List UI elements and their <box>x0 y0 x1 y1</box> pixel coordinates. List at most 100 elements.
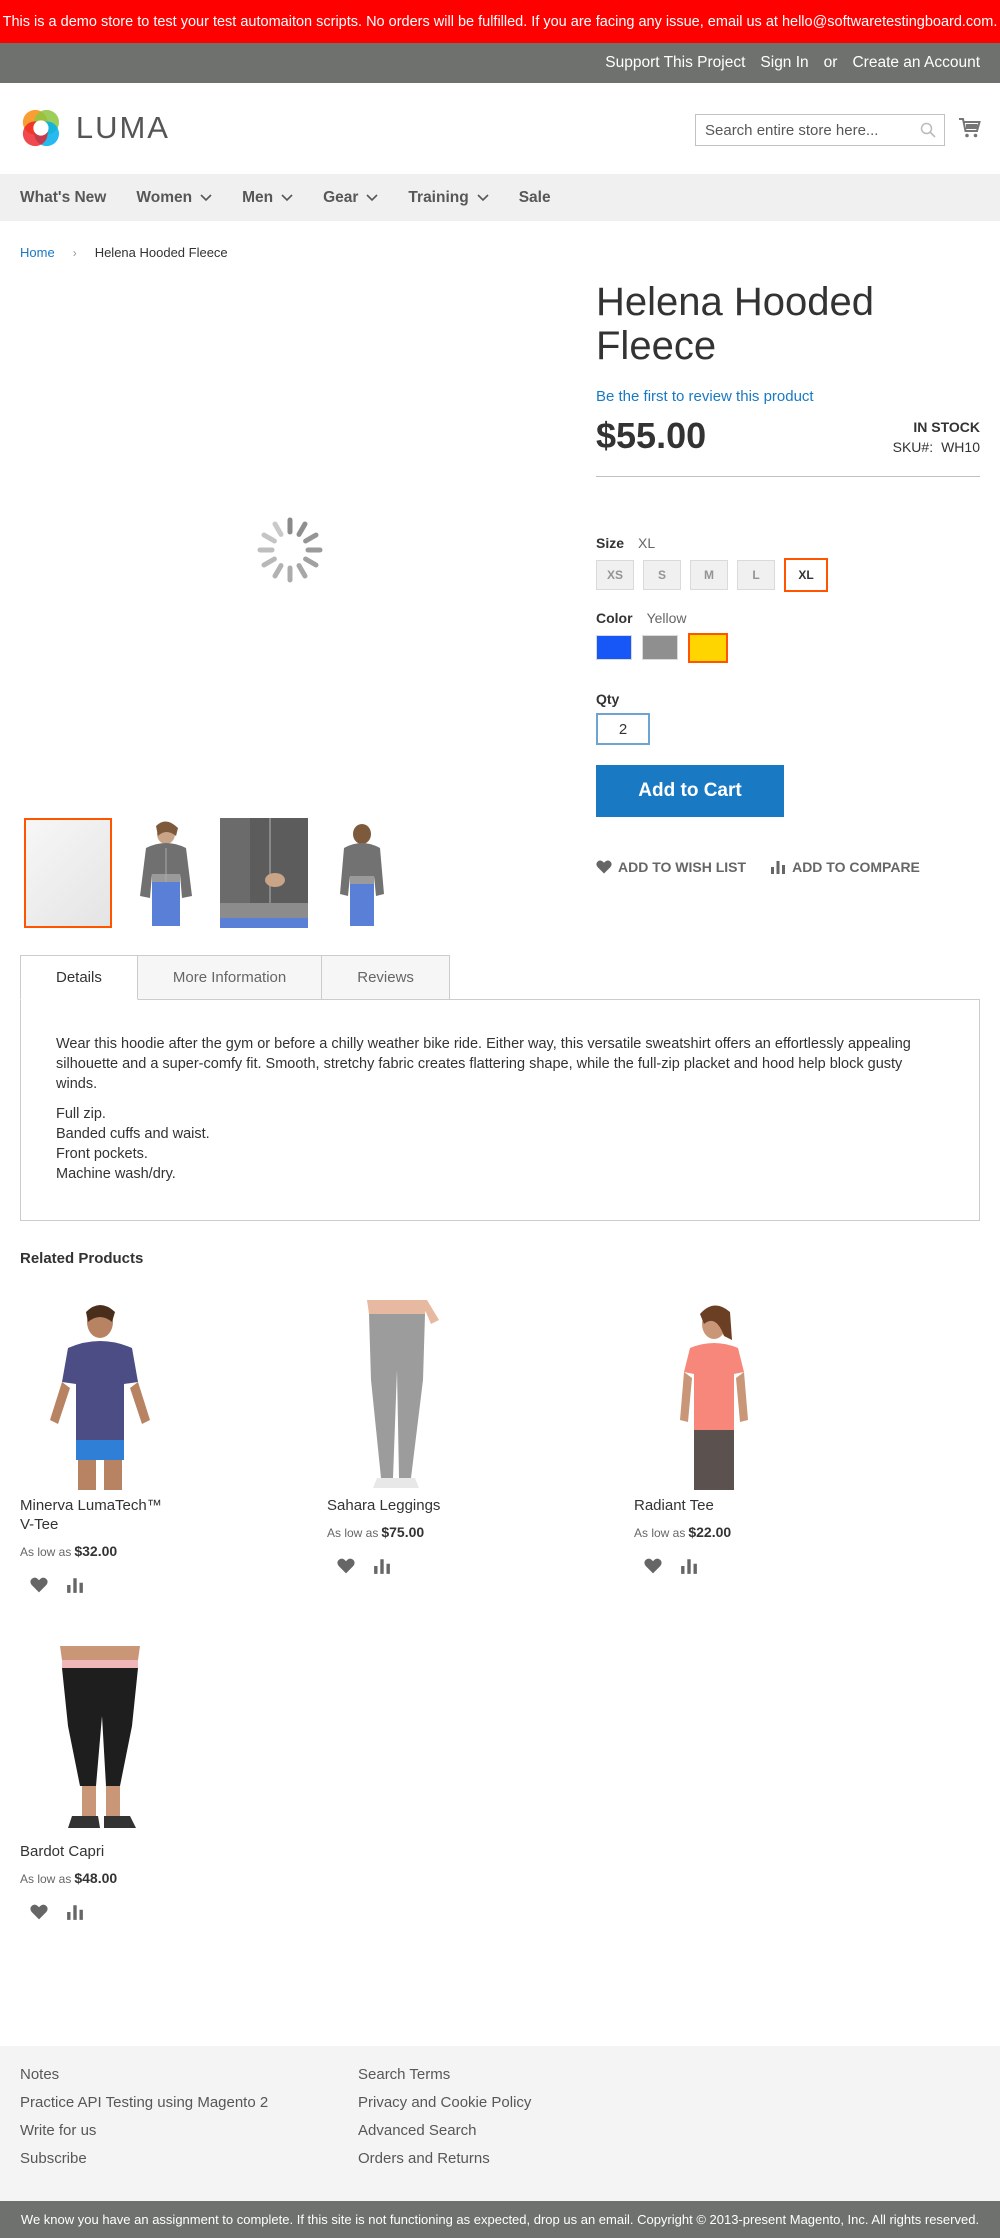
color-option-yellow[interactable] <box>688 633 728 663</box>
product-info-tabs: Details More Information Reviews Wear th… <box>20 955 980 1221</box>
main-navigation: What's New Women Men Gear Training Sale <box>0 174 1000 221</box>
related-product-card: Radiant Tee As low as $22.00 <box>634 1300 904 1574</box>
product-price: As low as $22.00 <box>634 1524 732 1540</box>
feature-item: Banded cuffs and waist. <box>56 1126 210 1142</box>
cart-icon[interactable] <box>958 116 982 140</box>
create-account-link[interactable]: Create an Account <box>852 54 980 72</box>
luma-wordmark: LUMA <box>75 110 170 145</box>
product-price: As low as $75.00 <box>327 1524 425 1540</box>
product-actions <box>327 1558 597 1574</box>
product-name-link[interactable]: Minerva LumaTech™ V-Tee <box>20 1496 180 1534</box>
gallery-thumbnail[interactable] <box>220 818 308 928</box>
support-project-link[interactable]: Support This Project <box>605 54 745 72</box>
compare-icon[interactable] <box>680 1558 698 1574</box>
color-attribute-label: Color Yellow <box>596 610 687 626</box>
wishlist-heart-icon[interactable] <box>337 1558 355 1574</box>
bardot-capri-image <box>20 1646 180 1836</box>
hoodie-detail-image <box>220 818 308 928</box>
size-option-xs[interactable]: XS <box>596 560 634 590</box>
size-option-m[interactable]: M <box>690 560 728 590</box>
tab-list: Details More Information Reviews <box>20 955 980 1000</box>
footer-link[interactable]: Subscribe <box>20 2150 268 2168</box>
heart-icon <box>596 860 612 874</box>
nav-item-men[interactable]: Men <box>242 189 293 207</box>
nav-item-women[interactable]: Women <box>136 189 212 207</box>
compare-icon[interactable] <box>66 1577 84 1593</box>
related-product-card: Minerva LumaTech™ V-Tee As low as $32.00 <box>20 1300 290 1593</box>
add-to-wishlist-link[interactable]: Add to Wish List <box>596 859 746 875</box>
footer-links-column: Notes Practice API Testing using Magento… <box>20 2066 268 2168</box>
product-name-link[interactable]: Sahara Leggings <box>327 1496 597 1515</box>
luma-logo-icon <box>22 109 60 147</box>
wishlist-heart-icon[interactable] <box>30 1904 48 1920</box>
color-options <box>596 633 980 663</box>
tab-more-information[interactable]: More Information <box>136 955 323 1000</box>
footer-link[interactable]: Privacy and Cookie Policy <box>358 2094 531 2112</box>
radiant-tee-image <box>634 1300 794 1490</box>
footer-link[interactable]: Write for us <box>20 2122 268 2140</box>
tab-details[interactable]: Details <box>20 955 138 1000</box>
color-option-gray[interactable] <box>642 635 678 660</box>
or-text: or <box>823 54 838 71</box>
footer-link[interactable]: Practice API Testing using Magento 2 <box>20 2094 268 2112</box>
product-image[interactable] <box>20 1646 290 1836</box>
footer-links-column: Search Terms Privacy and Cookie Policy A… <box>358 2066 531 2168</box>
first-review-link[interactable]: Be the first to review this product <box>596 388 980 405</box>
hoodie-back-image <box>318 818 406 928</box>
product-title: Helena Hooded Fleece <box>596 280 874 368</box>
copyright-text: We know you have an assignment to comple… <box>20 2212 980 2227</box>
related-products-title: Related Products <box>20 1250 144 1267</box>
size-option-s[interactable]: S <box>643 560 681 590</box>
size-option-xl[interactable]: XL <box>784 558 828 592</box>
product-image[interactable] <box>327 1300 597 1490</box>
qty-input[interactable] <box>596 713 650 745</box>
sign-in-link[interactable]: Sign In <box>760 54 808 72</box>
compare-icon <box>771 861 786 874</box>
product-price: As low as $32.00 <box>20 1543 118 1559</box>
product-price: $55.00 <box>596 415 707 456</box>
chevron-down-icon <box>281 193 293 201</box>
product-image[interactable] <box>634 1300 904 1490</box>
add-to-cart-button[interactable]: Add to Cart <box>596 765 784 817</box>
price-stock-row: $55.00 In stock SKU#: WH10 <box>596 415 980 477</box>
product-image[interactable] <box>20 1300 290 1490</box>
product-gallery[interactable] <box>20 280 560 820</box>
copyright-bar: We know you have an assignment to comple… <box>0 2201 1000 2238</box>
footer-link[interactable]: Notes <box>20 2066 268 2084</box>
footer-link[interactable]: Advanced Search <box>358 2122 531 2140</box>
product-info: Helena Hooded Fleece Be the first to rev… <box>596 280 980 875</box>
add-to-compare-link[interactable]: Add to Compare <box>770 859 920 875</box>
footer-link[interactable]: Orders and Returns <box>358 2150 531 2168</box>
demo-notice-banner: This is a demo store to test your test a… <box>0 0 1000 43</box>
breadcrumb-home-link[interactable]: Home <box>20 245 55 260</box>
header-panel: Support This Project Sign In or Create a… <box>0 43 1000 83</box>
product-social-links: Add to Wish List Add to Compare <box>596 859 980 875</box>
search-icon[interactable] <box>920 122 936 138</box>
gallery-thumbnail[interactable] <box>24 818 112 928</box>
nav-item-training[interactable]: Training <box>408 189 489 207</box>
gallery-thumbnail[interactable] <box>318 818 406 928</box>
product-name-link[interactable]: Radiant Tee <box>634 1496 904 1515</box>
nav-item-sale[interactable]: Sale <box>519 189 551 207</box>
sku-label: SKU#: <box>892 439 934 455</box>
feature-item: Front pockets. <box>56 1146 148 1162</box>
tab-reviews[interactable]: Reviews <box>321 955 450 1000</box>
size-selected-value: XL <box>638 535 656 551</box>
nav-item-gear[interactable]: Gear <box>323 189 378 207</box>
search-input[interactable] <box>696 115 911 145</box>
wishlist-heart-icon[interactable] <box>30 1577 48 1593</box>
size-option-l[interactable]: L <box>737 560 775 590</box>
wishlist-heart-icon[interactable] <box>644 1558 662 1574</box>
luma-logo[interactable]: LUMA <box>20 105 170 151</box>
color-option-blue[interactable] <box>596 635 632 660</box>
sku-value: WH10 <box>941 439 980 455</box>
sahara-leggings-image <box>327 1300 487 1490</box>
gallery-thumbnail[interactable] <box>122 818 210 928</box>
nav-item-whats-new[interactable]: What's New <box>20 189 106 207</box>
product-name-link[interactable]: Bardot Capri <box>20 1842 290 1861</box>
compare-icon[interactable] <box>66 1904 84 1920</box>
color-selected-value: Yellow <box>646 610 687 626</box>
footer-link[interactable]: Search Terms <box>358 2066 531 2084</box>
compare-icon[interactable] <box>373 1558 391 1574</box>
gallery-thumbnails <box>24 818 406 928</box>
